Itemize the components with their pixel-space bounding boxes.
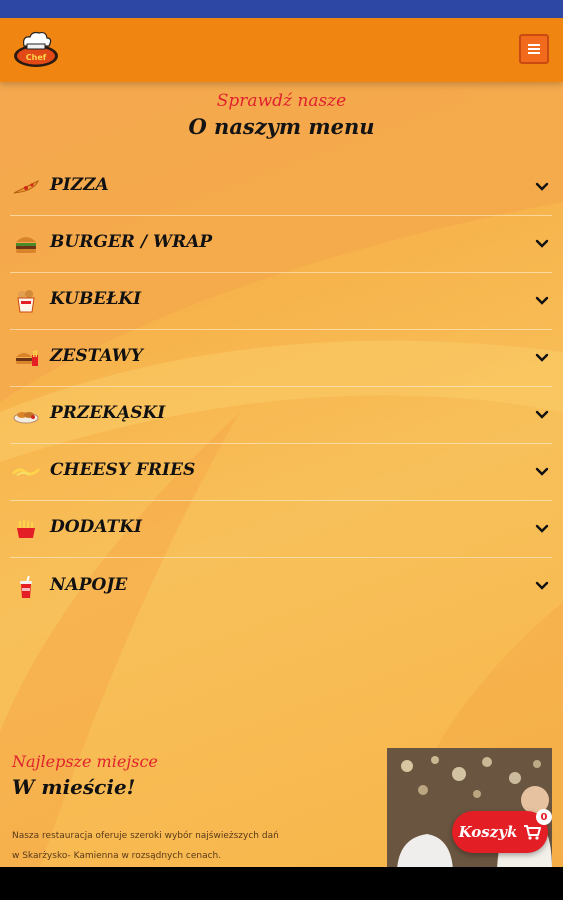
chevron-down-icon xyxy=(535,467,549,476)
menu-item-label: KUBEŁKI xyxy=(50,289,142,309)
system-navigation-bar xyxy=(0,867,563,900)
menu-item-kubelki[interactable]: KUBEŁKI xyxy=(10,273,552,330)
menu-toggle-button[interactable] xyxy=(519,34,549,64)
chevron-down-icon xyxy=(535,524,549,533)
menu-title: O naszym menu xyxy=(188,114,375,139)
snack-icon xyxy=(12,403,40,427)
fries-icon xyxy=(12,517,40,541)
cheesy-fries-icon xyxy=(12,460,40,484)
menu-item-napoje[interactable]: NAPOJE xyxy=(10,558,552,615)
site-header: Chef xyxy=(0,18,563,82)
drink-icon xyxy=(12,575,40,599)
bucket-icon xyxy=(12,289,40,313)
cart-icon xyxy=(524,825,542,840)
menu-item-label: PRZEKĄSKI xyxy=(50,403,166,423)
menu-subtitle: Sprawdź nasze xyxy=(216,91,347,111)
main-content: Sprawdź nasze O naszym menu PIZZA BURGER… xyxy=(0,82,563,867)
menu-category-list: PIZZA BURGER / WRAP KUBEŁKI ZESTAWY PRZE… xyxy=(10,159,552,615)
menu-item-pizza[interactable]: PIZZA xyxy=(10,159,552,216)
cart-label: Koszyk xyxy=(458,823,518,841)
menu-item-label: CHEESY FRIES xyxy=(50,460,196,480)
chevron-down-icon xyxy=(535,410,549,419)
menu-item-label: DODATKI xyxy=(50,517,142,537)
burger-icon xyxy=(12,232,40,256)
menu-item-przekaski[interactable]: PRZEKĄSKI xyxy=(10,387,552,444)
promo-title: W mieście! xyxy=(12,775,136,799)
chef-logo[interactable]: Chef xyxy=(12,30,60,70)
status-bar xyxy=(0,0,563,18)
hamburger-icon xyxy=(528,44,540,54)
menu-item-cheesy-fries[interactable]: CHEESY FRIES xyxy=(10,444,552,501)
menu-item-label: BURGER / WRAP xyxy=(50,232,213,252)
menu-item-label: NAPOJE xyxy=(50,574,128,595)
promo-text-line-1: Nasza restauracja oferuje szeroki wybór … xyxy=(12,831,279,841)
chevron-down-icon xyxy=(535,353,549,362)
menu-item-label: PIZZA xyxy=(50,175,109,195)
cart-count-badge: 0 xyxy=(536,809,552,825)
promo-subtitle: Najlepsze miejsce xyxy=(12,752,158,771)
pizza-icon xyxy=(12,175,40,199)
menu-item-dodatki[interactable]: DODATKI xyxy=(10,501,552,558)
promo-description: Nasza restauracja oferuje szeroki wybór … xyxy=(12,826,312,866)
chevron-down-icon xyxy=(535,182,549,191)
chevron-down-icon xyxy=(535,239,549,248)
logo-text: Chef xyxy=(26,53,47,62)
cart-button[interactable]: Koszyk 0 xyxy=(452,809,552,853)
chevron-down-icon xyxy=(535,296,549,305)
chevron-down-icon xyxy=(535,581,549,590)
promo-text-line-2: w Skarżysko- Kamienna w rozsądnych cenac… xyxy=(12,851,222,861)
set-meal-icon xyxy=(12,346,40,370)
menu-item-label: ZESTAWY xyxy=(50,346,143,366)
menu-item-burger-wrap[interactable]: BURGER / WRAP xyxy=(10,216,552,273)
menu-item-zestawy[interactable]: ZESTAWY xyxy=(10,330,552,387)
